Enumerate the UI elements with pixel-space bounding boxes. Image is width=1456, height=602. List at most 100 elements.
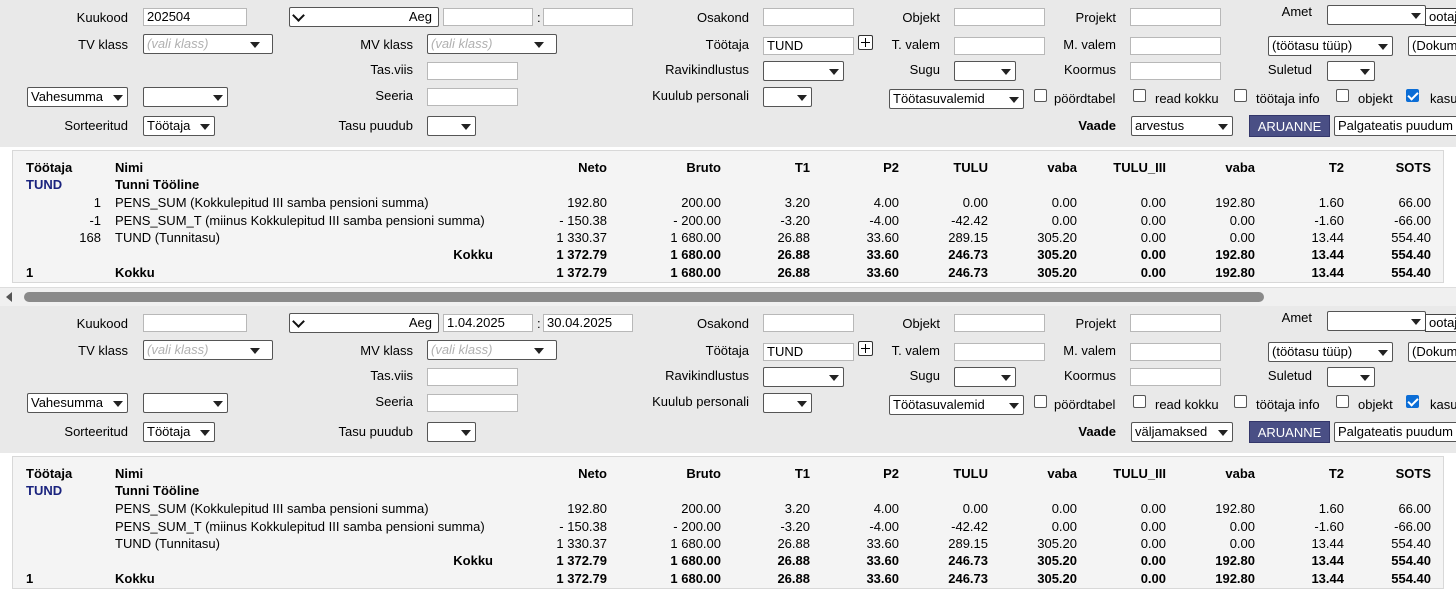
projekt-input[interactable]: [1130, 314, 1221, 332]
seeria-input[interactable]: [427, 88, 518, 106]
aeg-from-input[interactable]: 1.04.2025: [443, 314, 533, 332]
read-kokku-checkbox[interactable]: [1133, 395, 1146, 408]
tootasuvalemid-select[interactable]: Töötasuvalemid: [889, 89, 1024, 109]
mvalem-input[interactable]: [1130, 343, 1221, 361]
objekt-checkbox[interactable]: [1336, 395, 1349, 408]
dokum-select[interactable]: (Dokum: [1408, 36, 1456, 56]
objekt-checkbox[interactable]: [1336, 89, 1349, 102]
group-code[interactable]: TUND: [26, 176, 62, 194]
suletud-select[interactable]: [1327, 61, 1375, 81]
ootaja-input[interactable]: ootaja: [1425, 8, 1456, 26]
aruanne-button[interactable]: ARUANNE: [1249, 115, 1330, 137]
col-header: TULU: [953, 466, 988, 481]
col-header: T2: [1328, 160, 1344, 175]
tootaja-info-checkbox[interactable]: [1234, 395, 1247, 408]
tootaja-input[interactable]: TUND: [763, 37, 854, 55]
amet-select[interactable]: [1327, 311, 1426, 331]
sorteeritud-select[interactable]: Töötaja: [143, 422, 215, 442]
kokku-value: 26.88: [777, 553, 810, 568]
amet-select[interactable]: [1327, 5, 1426, 25]
palgateatis-select[interactable]: Palgateatis puudum: [1334, 422, 1456, 442]
tootasu-tyyp-value: (töötasu tüüp): [1272, 38, 1353, 53]
palgateatis-select[interactable]: Palgateatis puudum: [1334, 116, 1456, 136]
total-value: 26.88: [777, 571, 810, 586]
horizontal-scrollbar[interactable]: [0, 287, 1456, 306]
row-value: 3.20: [784, 501, 810, 516]
tasviis-input[interactable]: [427, 368, 518, 386]
row-value: 192.80: [567, 501, 607, 516]
poordtabel-checkbox[interactable]: [1034, 395, 1047, 408]
aeg-to-input[interactable]: 30.04.2025: [543, 314, 633, 332]
vahesumma2-select[interactable]: [143, 87, 228, 107]
aeg-from-input[interactable]: [443, 8, 533, 26]
col-header: TULU: [953, 160, 988, 175]
sorteeritud-label: Sorteeritud: [64, 118, 128, 133]
kuukood-input[interactable]: 202504: [143, 8, 247, 26]
ravikindlustus-select[interactable]: [763, 61, 844, 81]
tvklass-label: TV klass: [78, 37, 128, 52]
osakond-input[interactable]: [763, 314, 854, 332]
scroll-left-icon[interactable]: [6, 292, 12, 302]
dokum-select[interactable]: (Dokum: [1408, 342, 1456, 362]
kasu-checkbox[interactable]: [1406, 89, 1419, 102]
total-value: 1 372.79: [556, 571, 607, 586]
tootasuvalemid-select[interactable]: Töötasuvalemid: [889, 395, 1024, 415]
ootaja-input[interactable]: ootaja: [1425, 314, 1456, 332]
tvalem-input[interactable]: [954, 37, 1045, 55]
tootasu-tyyp-select[interactable]: (töötasu tüüp): [1268, 342, 1393, 362]
koormus-input[interactable]: [1130, 368, 1221, 386]
mvalem-input[interactable]: [1130, 37, 1221, 55]
mvklass-select[interactable]: (vali klass): [427, 34, 557, 54]
read-kokku-checkbox[interactable]: [1133, 89, 1146, 102]
vahesumma-select[interactable]: Vahesumma: [27, 87, 128, 107]
aeg-select[interactable]: Aeg: [289, 7, 439, 27]
vaade-select[interactable]: väljamaksed: [1131, 422, 1233, 442]
tasu-puudub-select[interactable]: [427, 422, 476, 442]
tootaja-input[interactable]: TUND: [763, 343, 854, 361]
tasu-puudub-select[interactable]: [427, 116, 476, 136]
ravikindlustus-select[interactable]: [763, 367, 844, 387]
caret-down-icon: [1218, 430, 1228, 436]
scrollbar-thumb[interactable]: [24, 292, 1264, 302]
vahesumma-select[interactable]: Vahesumma: [27, 393, 128, 413]
caret-down-icon: [1411, 13, 1421, 19]
tvklass-select[interactable]: (vali klass): [143, 34, 273, 54]
group-code[interactable]: TUND: [26, 482, 62, 500]
objekt-input[interactable]: [954, 8, 1045, 26]
ravikindlustus-label: Ravikindlustus: [665, 62, 749, 77]
kasu-checkbox[interactable]: [1406, 395, 1419, 408]
col-header: Bruto: [686, 160, 721, 175]
tootasu-tyyp-select[interactable]: (töötasu tüüp): [1268, 36, 1393, 56]
poordtabel-checkbox[interactable]: [1034, 89, 1047, 102]
vaade-select[interactable]: arvestus: [1131, 116, 1233, 136]
objekt-input[interactable]: [954, 314, 1045, 332]
koormus-input[interactable]: [1130, 62, 1221, 80]
kuulub-select[interactable]: [763, 393, 812, 413]
tasviis-input[interactable]: [427, 62, 518, 80]
caret-down-icon: [1009, 403, 1019, 409]
ravikindlustus-label: Ravikindlustus: [665, 368, 749, 383]
tvalem-input[interactable]: [954, 343, 1045, 361]
tvklass-select[interactable]: (vali klass): [143, 340, 273, 360]
sugu-select[interactable]: [954, 367, 1016, 387]
projekt-input[interactable]: [1130, 8, 1221, 26]
sorteeritud-select[interactable]: Töötaja: [143, 116, 215, 136]
total-value: 554.40: [1391, 265, 1431, 280]
caret-down-icon: [1009, 97, 1019, 103]
row-value: 192.80: [1215, 195, 1255, 210]
aruanne-button[interactable]: ARUANNE: [1249, 421, 1330, 443]
aeg-to-input[interactable]: [543, 8, 633, 26]
osakond-input[interactable]: [763, 8, 854, 26]
kuukood-input[interactable]: [143, 314, 247, 332]
tootaja-info-checkbox[interactable]: [1234, 89, 1247, 102]
kuulub-select[interactable]: [763, 87, 812, 107]
objekt-chk-label: objekt: [1358, 397, 1393, 412]
mvklass-select[interactable]: (vali klass): [427, 340, 557, 360]
seeria-input[interactable]: [427, 394, 518, 412]
aeg-select[interactable]: Aeg: [289, 313, 439, 333]
row-value: 200.00: [681, 501, 721, 516]
vahesumma2-select[interactable]: [143, 393, 228, 413]
suletud-select[interactable]: [1327, 367, 1375, 387]
row-value: 1 330.37: [556, 536, 607, 551]
sugu-select[interactable]: [954, 61, 1016, 81]
